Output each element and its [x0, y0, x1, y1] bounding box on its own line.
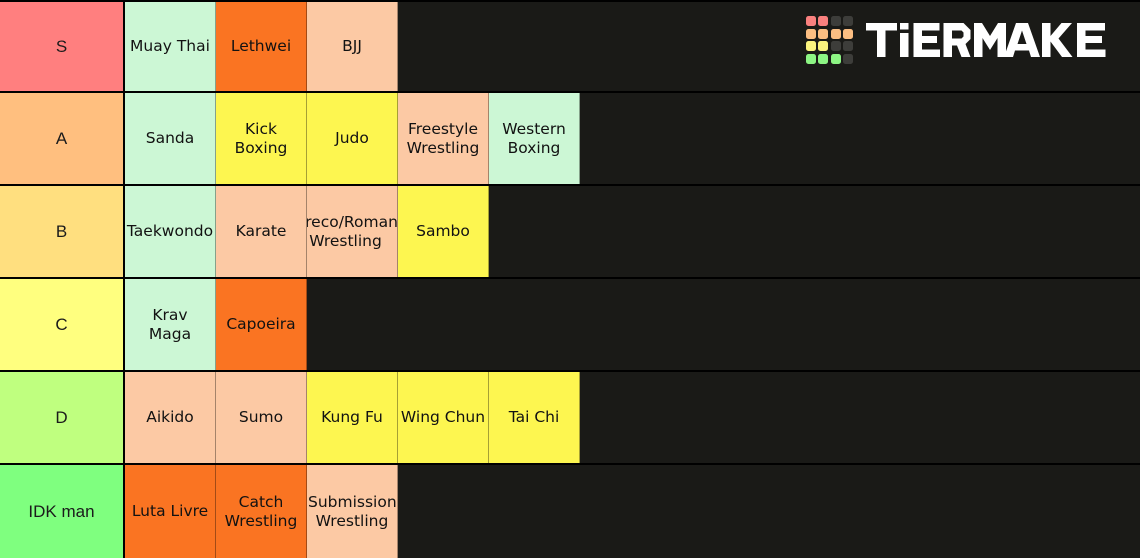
- tier-item-label: Sambo: [416, 222, 470, 241]
- logo-cell-3-3: [843, 53, 853, 64]
- logo-cell-0-2: [830, 16, 841, 27]
- tier-item[interactable]: Greco/Roman Wrestling: [307, 186, 398, 277]
- tier-label-b[interactable]: B: [0, 186, 125, 277]
- tier-item-label: Freestyle Wrestling: [406, 119, 480, 157]
- tier-label-text: C: [55, 314, 68, 334]
- tier-items[interactable]: Sanda Kick Boxing Judo Freestyle Wrestling W…: [125, 93, 1140, 184]
- tier-item-label: Lethwei: [230, 37, 292, 56]
- tier-item-label: Catch Wrestling: [224, 492, 298, 530]
- tier-item[interactable]: Submission Wrestling: [307, 465, 398, 558]
- tier-item[interactable]: Judo: [307, 93, 398, 184]
- logo-cell-2-2: [830, 41, 841, 52]
- tier-label-text: B: [55, 221, 68, 241]
- tier-row: C Krav Maga Capoeira: [0, 279, 1140, 372]
- tier-row: B Taekwondo Karate Greco/Roman Wrestling Sam…: [0, 186, 1140, 279]
- tier-item[interactable]: Tai Chi: [489, 372, 580, 463]
- logo-cell-1-0: [805, 28, 816, 39]
- tier-item[interactable]: BJJ: [307, 2, 398, 91]
- tier-item-label: Taekwondo: [126, 222, 214, 241]
- tier-item-label: Krav Maga: [148, 305, 192, 343]
- logo-cell-1-3: [843, 28, 853, 39]
- logo-cell-0-1: [818, 16, 828, 27]
- tier-item-label: Submission Wrestling: [308, 492, 397, 530]
- tier-item-label: Greco/Roman Wrestling: [307, 212, 398, 250]
- tier-label-d[interactable]: D: [0, 372, 125, 463]
- logo-cell-3-1: [818, 53, 828, 64]
- tier-item-label: Karate: [235, 222, 287, 241]
- tier-item-label: Kick Boxing: [234, 119, 288, 157]
- tier-item-label: Western Boxing: [502, 119, 566, 157]
- tier-label-c[interactable]: C: [0, 279, 125, 370]
- tier-label-text: IDK man: [28, 501, 95, 521]
- tier-item[interactable]: Sambo: [398, 186, 489, 277]
- tier-item-label: Muay Thai: [130, 37, 210, 56]
- tier-label-idk-man[interactable]: IDK man: [0, 465, 125, 558]
- tier-item[interactable]: Capoeira: [216, 279, 307, 370]
- tier-item[interactable]: Western Boxing: [489, 93, 580, 184]
- tier-item[interactable]: Kick Boxing: [216, 93, 307, 184]
- tiermaker-wordmark: [866, 20, 1118, 60]
- tier-item[interactable]: Sumo: [216, 372, 307, 463]
- tiermaker-logo: [805, 16, 1119, 64]
- tier-item-label: Judo: [335, 129, 369, 148]
- logo-cell-1-2: [830, 28, 841, 39]
- tier-empty-dropzone[interactable]: [580, 93, 1140, 184]
- tier-label-a[interactable]: A: [0, 93, 125, 184]
- tier-item-label: Luta Livre: [131, 502, 209, 521]
- logo-cell-2-3: [843, 41, 853, 52]
- tier-empty-dropzone[interactable]: [307, 279, 1140, 370]
- tier-empty-dropzone[interactable]: [580, 372, 1140, 463]
- tier-item[interactable]: Kung Fu: [307, 372, 398, 463]
- tier-items[interactable]: Taekwondo Karate Greco/Roman Wrestling Samb…: [125, 186, 1140, 277]
- tier-items[interactable]: Aikido Sumo Kung Fu Wing Chun Tai Chi: [125, 372, 1140, 463]
- tier-label-s[interactable]: S: [0, 2, 125, 91]
- tier-item[interactable]: Krav Maga: [125, 279, 216, 370]
- logo-cell-1-1: [818, 28, 828, 39]
- tier-items[interactable]: Krav Maga Capoeira: [125, 279, 1140, 370]
- logo-cell-2-1: [818, 41, 828, 52]
- tier-row: A Sanda Kick Boxing Judo Freestyle Wrestling…: [0, 93, 1140, 186]
- tier-item[interactable]: Sanda: [125, 93, 216, 184]
- tier-item[interactable]: Wing Chun: [398, 372, 489, 463]
- logo-cell-3-0: [805, 53, 816, 64]
- tier-item[interactable]: Karate: [216, 186, 307, 277]
- tier-item[interactable]: Lethwei: [216, 2, 307, 91]
- tier-row: IDK man Luta Livre Catch Wrestling Submissi…: [0, 465, 1140, 558]
- tier-item-label: Wing Chun: [400, 408, 486, 427]
- tiermaker-logo-grid-icon: [805, 16, 853, 64]
- tier-item-label: Tai Chi: [508, 408, 560, 427]
- tier-items[interactable]: Luta Livre Catch Wrestling Submission Wres…: [125, 465, 1140, 558]
- tier-item[interactable]: Freestyle Wrestling: [398, 93, 489, 184]
- tier-item-label: Sumo: [238, 408, 284, 427]
- logo-cell-3-2: [830, 53, 841, 64]
- tier-label-text: S: [55, 36, 68, 56]
- tier-label-text: D: [55, 407, 68, 427]
- logo-cell-0-0: [805, 16, 816, 27]
- tier-row: D Aikido Sumo Kung Fu Wing Chun Tai Chi: [0, 372, 1140, 465]
- tier-item[interactable]: Aikido: [125, 372, 216, 463]
- tier-item[interactable]: Taekwondo: [125, 186, 216, 277]
- tier-item-label: Aikido: [146, 408, 194, 427]
- tier-item[interactable]: Luta Livre: [125, 465, 216, 558]
- tier-item-label: Kung Fu: [321, 408, 383, 427]
- tier-item[interactable]: Catch Wrestling: [216, 465, 307, 558]
- tier-item-label: Sanda: [145, 129, 195, 148]
- tier-empty-dropzone[interactable]: [398, 465, 1140, 558]
- logo-cell-0-3: [843, 16, 853, 27]
- tier-item-label: BJJ: [342, 37, 362, 56]
- tier-list-app: S Muay Thai Lethwei BJJ A Sanda Kick Boxing Jud…: [0, 0, 1140, 558]
- logo-cell-2-0: [805, 41, 816, 52]
- tier-rows-container: S Muay Thai Lethwei BJJ A Sanda Kick Boxing Jud…: [0, 0, 1140, 558]
- tier-empty-dropzone[interactable]: [489, 186, 1140, 277]
- tier-item-label: Capoeira: [226, 315, 296, 334]
- tier-label-text: A: [55, 128, 68, 148]
- tier-item[interactable]: Muay Thai: [125, 2, 216, 91]
